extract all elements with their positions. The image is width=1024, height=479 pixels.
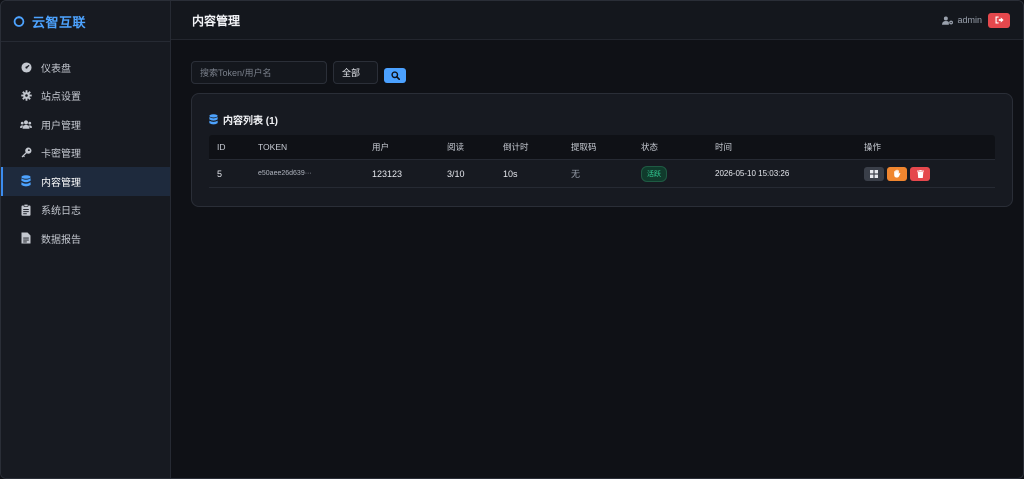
col-user: 用户: [372, 142, 390, 152]
col-code: 提取码: [571, 142, 597, 152]
logout-icon: [995, 16, 1004, 24]
sidebar-item-label: 站点设置: [41, 92, 81, 104]
topbar-right: admin: [942, 12, 1010, 28]
reset-button[interactable]: [887, 166, 907, 181]
view-button[interactable]: [864, 166, 884, 181]
top-bar: 内容管理 admin: [171, 1, 1023, 40]
sidebar-item-label: 用户管理: [41, 120, 81, 132]
file-icon: [20, 232, 32, 244]
status-select[interactable]: 全部: [333, 61, 378, 84]
content-table: ID TOKEN 用户 阅读 倒计时 提取码 状态 时间 操作 5 e50aee…: [209, 135, 995, 188]
database-icon: [209, 114, 218, 125]
sidebar: 云智互联 仪表盘 站点设置 用户管理 卡密管理 内容管理 系统日志 数据报告: [1, 1, 171, 478]
card-title: 内容列表 (1): [209, 112, 278, 127]
sidebar-item-data-reports[interactable]: 数据报告: [1, 224, 170, 253]
sidebar-item-users[interactable]: 用户管理: [1, 110, 170, 139]
trash-icon: [916, 169, 924, 178]
cell-code: 无: [571, 169, 581, 179]
database-icon: [20, 175, 32, 187]
cell-reads: 3/10: [447, 168, 465, 179]
filter-bar: 全部: [191, 61, 406, 84]
sidebar-item-label: 内容管理: [41, 177, 81, 189]
hand-icon: [894, 169, 901, 178]
page-title: 内容管理: [192, 13, 241, 28]
col-status: 状态: [641, 142, 659, 152]
content-list-card: 内容列表 (1) ID TOKEN 用户 阅读 倒计时 提取码 状态 时间 操作…: [191, 93, 1013, 207]
content-list-title: 内容列表 (1): [223, 116, 278, 127]
sidebar-item-label: 仪表盘: [41, 63, 71, 75]
sidebar-item-content[interactable]: 内容管理: [1, 167, 170, 196]
sidebar-item-card-keys[interactable]: 卡密管理: [1, 139, 170, 168]
users-icon: [20, 118, 32, 130]
table-header: ID TOKEN 用户 阅读 倒计时 提取码 状态 时间 操作: [209, 135, 995, 159]
sidebar-item-site-settings[interactable]: 站点设置: [1, 82, 170, 111]
brand[interactable]: 云智互联: [1, 1, 170, 42]
brand-name: 云智互联: [32, 14, 87, 30]
col-reads: 阅读: [447, 142, 465, 152]
cell-time: 2026-05-10 15:03:26: [715, 169, 790, 178]
col-time: 时间: [715, 142, 733, 152]
col-token: TOKEN: [258, 142, 288, 152]
clipboard-icon: [20, 203, 32, 216]
cell-countdown: 10s: [503, 168, 518, 179]
sidebar-nav: 仪表盘 站点设置 用户管理 卡密管理 内容管理 系统日志 数据报告: [1, 42, 170, 253]
delete-button[interactable]: [910, 166, 930, 181]
col-id: ID: [217, 142, 226, 152]
sidebar-item-label: 数据报告: [41, 234, 81, 246]
gear-icon: [20, 90, 32, 102]
status-badge: 活跃: [641, 165, 667, 182]
sidebar-item-system-logs[interactable]: 系统日志: [1, 196, 170, 225]
app-window: 云智互联 仪表盘 站点设置 用户管理 卡密管理 内容管理 系统日志 数据报告 内…: [0, 0, 1024, 479]
logout-button[interactable]: [988, 12, 1010, 28]
cell-id: 5: [217, 168, 223, 179]
col-actions: 操作: [864, 142, 882, 152]
sidebar-item-label: 系统日志: [41, 206, 81, 218]
search-button[interactable]: [384, 68, 406, 83]
cell-user: 123123: [372, 168, 403, 179]
main-area: 内容管理 admin 全部 内容列表 (1): [171, 1, 1023, 478]
grid-icon: [870, 169, 878, 178]
user-menu[interactable]: admin: [942, 15, 982, 25]
cell-token: e50aee26d639···: [258, 170, 312, 177]
key-icon: [20, 147, 32, 159]
sidebar-item-label: 卡密管理: [41, 149, 81, 161]
flame-logo-icon: [13, 15, 25, 27]
search-icon: [390, 71, 400, 80]
table-row: 5 e50aee26d639··· 123123 3/10 10s 无 活跃 2…: [209, 159, 995, 188]
username: admin: [957, 15, 982, 25]
user-gear-icon: [942, 15, 954, 25]
row-actions: [864, 166, 933, 181]
dashboard-icon: [20, 61, 32, 73]
search-input[interactable]: [191, 61, 327, 84]
sidebar-item-dashboard[interactable]: 仪表盘: [1, 53, 170, 82]
col-countdown: 倒计时: [503, 142, 529, 152]
